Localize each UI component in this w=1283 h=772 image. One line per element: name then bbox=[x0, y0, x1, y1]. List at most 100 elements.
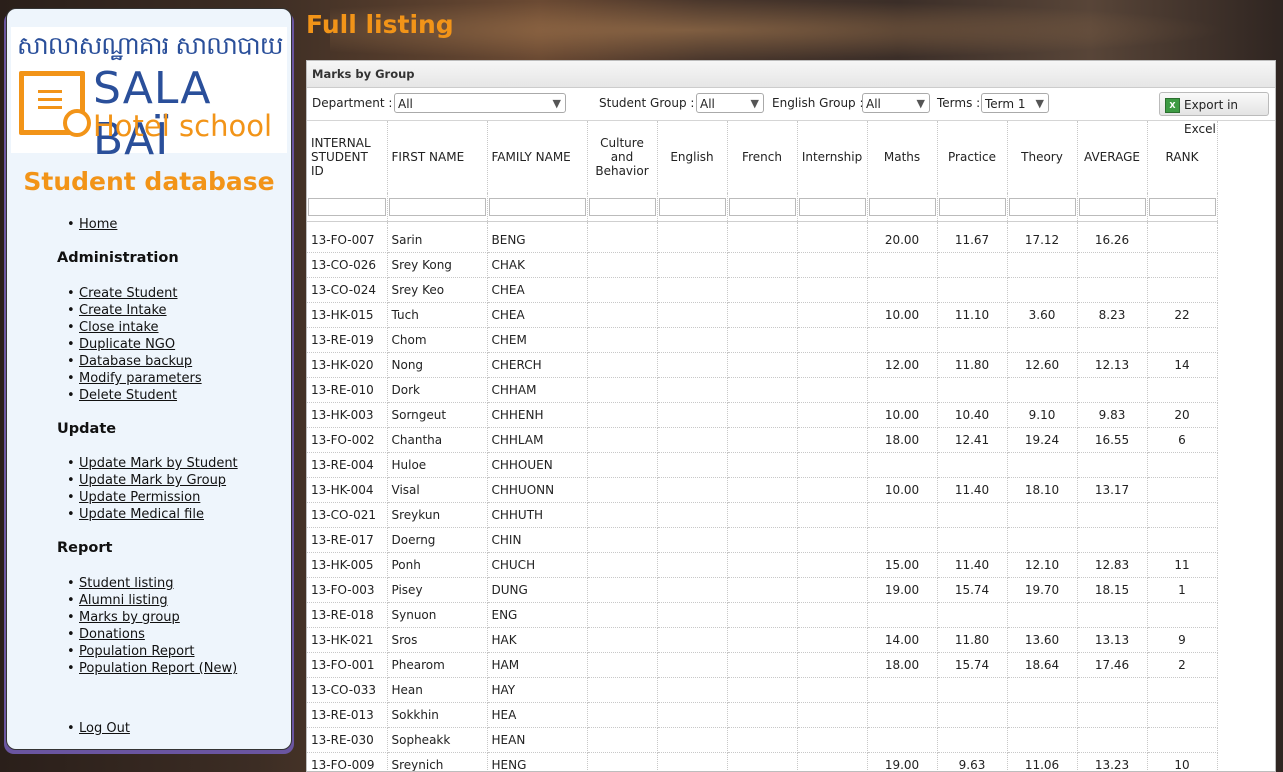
table-row[interactable]: 13-RE-019ChomCHEM bbox=[307, 328, 1217, 353]
nav-link-create-intake[interactable]: Create Intake bbox=[79, 303, 167, 318]
table-row[interactable]: 13-CO-024Srey KeoCHEA bbox=[307, 278, 1217, 303]
terms-label: Terms : bbox=[937, 96, 980, 110]
table-row[interactable]: 13-RE-017DoerngCHIN bbox=[307, 528, 1217, 553]
nav-link-donations[interactable]: Donations bbox=[79, 627, 145, 642]
nav-link-population-report[interactable]: Population Report bbox=[79, 644, 195, 659]
column-header-theory[interactable]: Theory bbox=[1007, 121, 1077, 193]
column-header-family-name[interactable]: FAMILY NAME bbox=[487, 121, 587, 193]
filter-input-theory[interactable] bbox=[1009, 198, 1076, 216]
column-header-french[interactable]: French bbox=[727, 121, 797, 193]
table-cell bbox=[1077, 328, 1147, 353]
table-row[interactable]: 13-RE-030SopheakkHEAN bbox=[307, 728, 1217, 753]
table-cell bbox=[937, 678, 1007, 703]
table-cell bbox=[1147, 728, 1217, 753]
logo-khmer-text: សាលាសណ្ឋាគារ សាលាបាយ bbox=[17, 31, 283, 67]
nav-link-update-medical-file[interactable]: Update Medical file bbox=[79, 507, 204, 522]
nav-link-population-report-new[interactable]: Population Report (New) bbox=[79, 661, 237, 676]
table-row[interactable]: 13-FO-003PiseyDUNG19.0015.7419.7018.151 bbox=[307, 578, 1217, 603]
terms-select[interactable]: Term 1 ▼ bbox=[981, 93, 1049, 113]
table-row[interactable]: 13-FO-007SarinBENG20.0011.6717.1216.26 bbox=[307, 228, 1217, 253]
table-cell bbox=[657, 253, 727, 278]
column-header-english[interactable]: English bbox=[657, 121, 727, 193]
table-row[interactable]: 13-HK-015TuchCHEA10.0011.103.608.2322 bbox=[307, 303, 1217, 328]
table-cell bbox=[587, 253, 657, 278]
nav-link-modify-parameters[interactable]: Modify parameters bbox=[79, 371, 202, 386]
filter-input-internship[interactable] bbox=[799, 198, 866, 216]
table-cell bbox=[727, 578, 797, 603]
table-cell bbox=[1077, 378, 1147, 403]
filter-input-english[interactable] bbox=[659, 198, 726, 216]
export-excel-button[interactable]: X Export in Excel bbox=[1159, 92, 1269, 116]
table-cell bbox=[587, 428, 657, 453]
column-header-average[interactable]: AVERAGE bbox=[1077, 121, 1147, 193]
table-row[interactable]: 13-RE-018SynuonENG bbox=[307, 603, 1217, 628]
table-row[interactable]: 13-FO-002ChanthaCHHLAM18.0012.4119.2416.… bbox=[307, 428, 1217, 453]
export-excel-label: Export in Excel bbox=[1184, 98, 1238, 136]
table-row[interactable]: 13-FO-001PhearomHAM18.0015.7418.6417.462 bbox=[307, 653, 1217, 678]
table-row[interactable]: 13-HK-020NongCHERCH12.0011.8012.6012.131… bbox=[307, 353, 1217, 378]
table-cell: Hean bbox=[387, 678, 487, 703]
english-group-select[interactable]: All ▼ bbox=[862, 93, 930, 113]
table-cell bbox=[867, 703, 937, 728]
nav-link-update-permission[interactable]: Update Permission bbox=[79, 490, 200, 505]
table-cell: 15.74 bbox=[937, 578, 1007, 603]
table-cell bbox=[1147, 503, 1217, 528]
table-row[interactable]: 13-RE-004HuloeCHHOUEN bbox=[307, 453, 1217, 478]
table-row[interactable]: 13-CO-026Srey KongCHAK bbox=[307, 253, 1217, 278]
panel-title: Marks by Group bbox=[307, 61, 1275, 88]
table-cell bbox=[797, 578, 867, 603]
nav-link-create-student[interactable]: Create Student bbox=[79, 286, 178, 301]
table-cell: 13-CO-021 bbox=[307, 503, 387, 528]
nav-link-home[interactable]: Home bbox=[79, 217, 117, 232]
nav-link-update-mark-by-student[interactable]: Update Mark by Student bbox=[79, 456, 238, 471]
nav-link-database-backup[interactable]: Database backup bbox=[79, 354, 192, 369]
column-header-practice[interactable]: Practice bbox=[937, 121, 1007, 193]
department-select[interactable]: All ▼ bbox=[394, 93, 566, 113]
nav-link-alumni-listing[interactable]: Alumni listing bbox=[79, 593, 168, 608]
student-group-select[interactable]: All ▼ bbox=[696, 93, 764, 113]
table-cell: 11.10 bbox=[937, 303, 1007, 328]
table-cell: 19.24 bbox=[1007, 428, 1077, 453]
table-row[interactable]: 13-FO-009SreynichHENG19.009.6311.0613.23… bbox=[307, 753, 1217, 772]
table-cell: 18.00 bbox=[867, 653, 937, 678]
column-header-internship[interactable]: Internship bbox=[797, 121, 867, 193]
nav-link-student-listing[interactable]: Student listing bbox=[79, 576, 174, 591]
filter-input-practice[interactable] bbox=[939, 198, 1006, 216]
nav-link-duplicate-ngo[interactable]: Duplicate NGO bbox=[79, 337, 175, 352]
filter-input-rank[interactable] bbox=[1149, 198, 1216, 216]
table-cell: Sopheakk bbox=[387, 728, 487, 753]
table-cell bbox=[727, 303, 797, 328]
table-cell bbox=[657, 278, 727, 303]
table-row[interactable]: 13-CO-033HeanHAY bbox=[307, 678, 1217, 703]
medal-icon bbox=[63, 109, 91, 137]
filter-input-first-name[interactable] bbox=[389, 198, 486, 216]
filter-input-maths[interactable] bbox=[869, 198, 936, 216]
department-label: Department : bbox=[312, 96, 392, 110]
filter-input-french[interactable] bbox=[729, 198, 796, 216]
table-row[interactable]: 13-CO-021SreykunCHHUTH bbox=[307, 503, 1217, 528]
table-cell bbox=[657, 628, 727, 653]
table-cell bbox=[1007, 678, 1077, 703]
table-row[interactable]: 13-HK-004VisalCHHUONN10.0011.4018.1013.1… bbox=[307, 478, 1217, 503]
table-cell: 13-FO-003 bbox=[307, 578, 387, 603]
column-header-student-id[interactable]: INTERNAL STUDENT ID bbox=[307, 121, 387, 193]
table-row[interactable]: 13-HK-005PonhCHUCH15.0011.4012.1012.8311 bbox=[307, 553, 1217, 578]
table-row[interactable]: 13-RE-013SokkhinHEA bbox=[307, 703, 1217, 728]
column-header-first-name[interactable]: FIRST NAME bbox=[387, 121, 487, 193]
table-row[interactable]: 13-HK-003SorngeutCHHENH10.0010.409.109.8… bbox=[307, 403, 1217, 428]
nav-link-logout[interactable]: Log Out bbox=[79, 721, 130, 736]
filter-input-culture[interactable] bbox=[589, 198, 656, 216]
filter-input-student-id[interactable] bbox=[308, 198, 386, 216]
column-header-culture[interactable]: Culture and Behavior bbox=[587, 121, 657, 193]
table-row[interactable]: 13-RE-010DorkCHHAM bbox=[307, 378, 1217, 403]
table-cell bbox=[797, 653, 867, 678]
background-glow bbox=[330, 0, 1230, 60]
nav-link-marks-by-group[interactable]: Marks by group bbox=[79, 610, 180, 625]
table-row[interactable]: 13-HK-021SrosHAK14.0011.8013.6013.139 bbox=[307, 628, 1217, 653]
filter-input-average[interactable] bbox=[1079, 198, 1146, 216]
nav-link-delete-student[interactable]: Delete Student bbox=[79, 388, 177, 403]
nav-link-close-intake[interactable]: Close intake bbox=[79, 320, 159, 335]
column-header-maths[interactable]: Maths bbox=[867, 121, 937, 193]
filter-input-family-name[interactable] bbox=[489, 198, 586, 216]
nav-link-update-mark-by-group[interactable]: Update Mark by Group bbox=[79, 473, 226, 488]
